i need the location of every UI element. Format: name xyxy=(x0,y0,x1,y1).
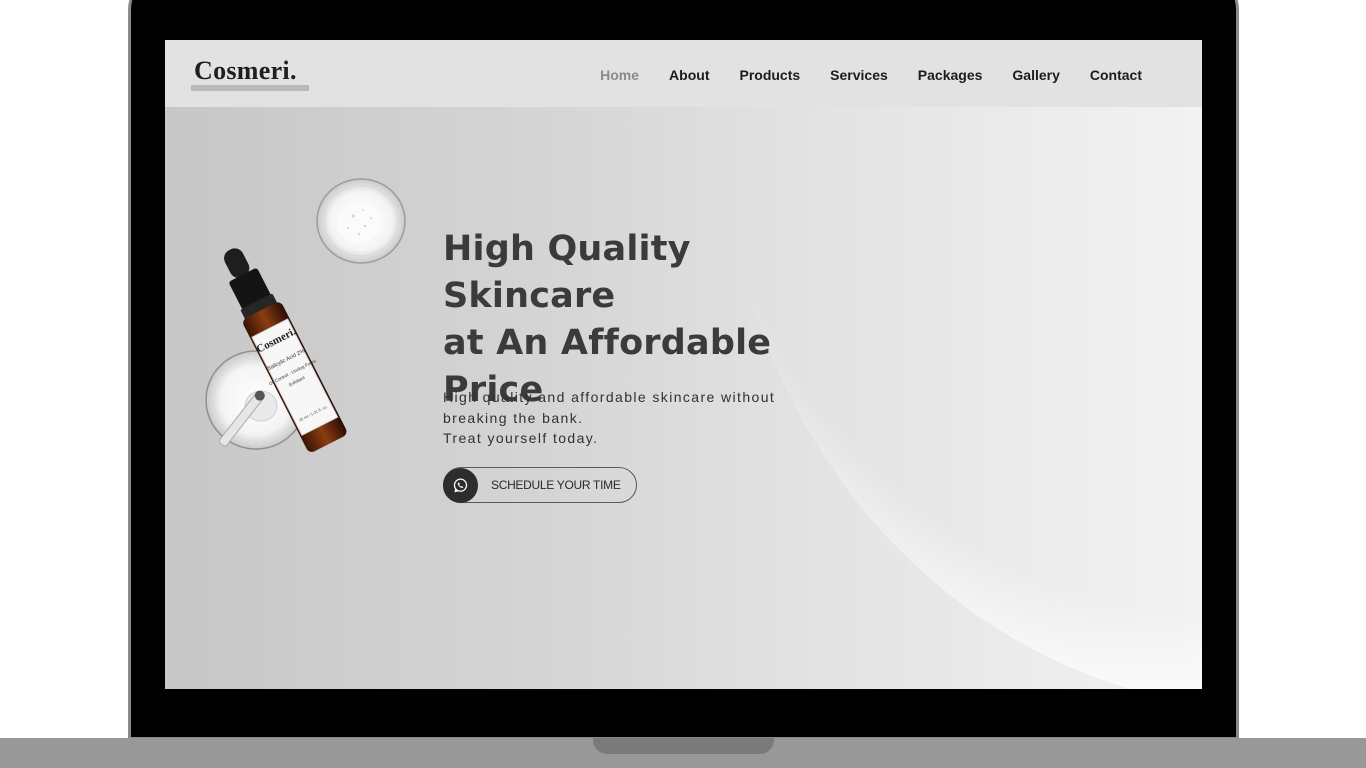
whatsapp-icon xyxy=(443,467,478,503)
product-image: Cosmeri. Salicylic Acid 2% Oil Control ·… xyxy=(205,178,406,452)
hero-subtitle-line-1: High quality and affordable skincare wit… xyxy=(443,389,776,405)
nav-home[interactable]: Home xyxy=(600,67,639,83)
top-dish xyxy=(316,178,406,264)
logo[interactable]: Cosmeri. xyxy=(191,56,309,92)
hero-title-line-1: High Quality Skincare xyxy=(443,229,691,316)
hero-subtitle-line-3: Treat yourself today. xyxy=(443,430,599,446)
hero-title: High Quality Skincare at An Affordable P… xyxy=(443,226,873,414)
laptop-notch xyxy=(593,738,774,754)
nav-gallery[interactable]: Gallery xyxy=(1012,67,1059,83)
nav-about[interactable]: About xyxy=(669,67,709,83)
nav-services[interactable]: Services xyxy=(830,67,888,83)
nav-packages[interactable]: Packages xyxy=(918,67,983,83)
hero-title-line-2: at An Affordable xyxy=(443,323,772,363)
navbar: Cosmeri. Home About Products Services Pa… xyxy=(165,40,1202,107)
nav-products[interactable]: Products xyxy=(739,67,800,83)
hero-subtitle-line-2: breaking the bank. xyxy=(443,409,584,426)
logo-text: Cosmeri. xyxy=(194,56,297,85)
nav-contact[interactable]: Contact xyxy=(1090,67,1142,83)
nav-links: Home About Products Services Packages Ga… xyxy=(570,67,1142,83)
schedule-button[interactable]: SCHEDULE YOUR TIME xyxy=(443,467,637,503)
schedule-button-label: SCHEDULE YOUR TIME xyxy=(491,478,621,492)
hero-subtitle: High quality and affordable skincare wit… xyxy=(443,387,813,449)
website-screen: Cosmeri. Home About Products Services Pa… xyxy=(165,40,1202,689)
